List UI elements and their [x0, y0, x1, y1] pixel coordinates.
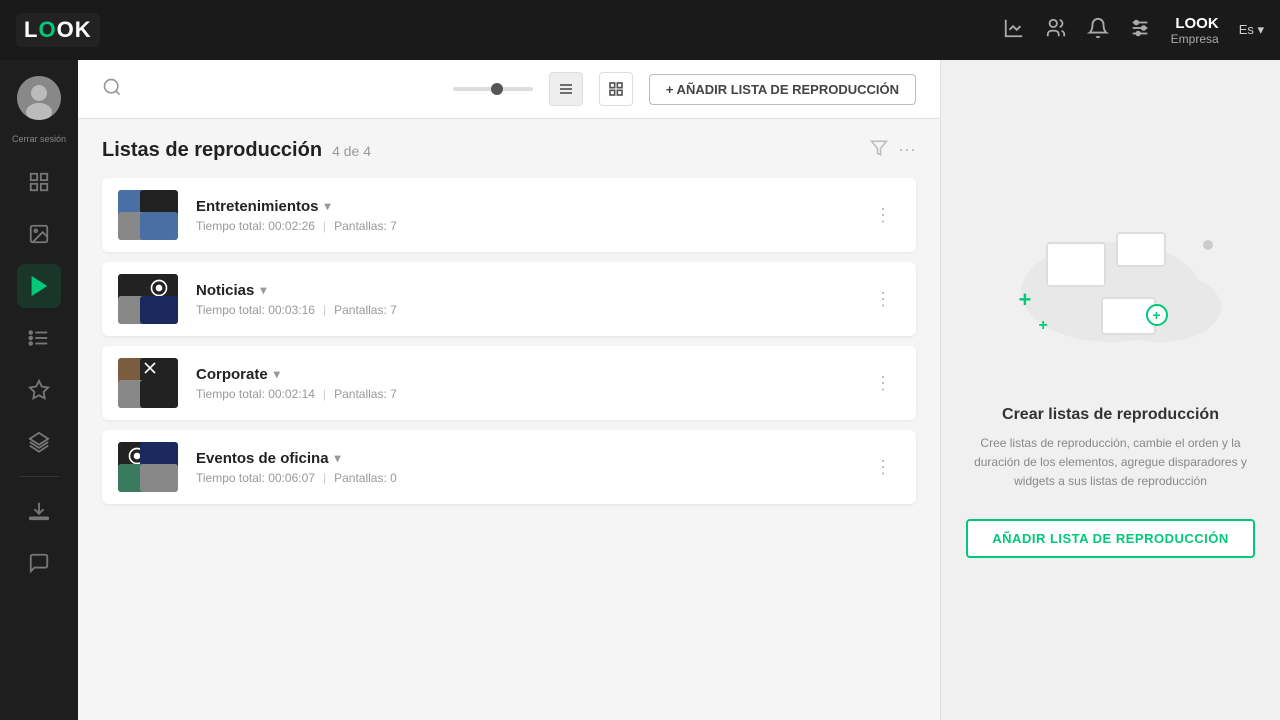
plus-icon-1: + [1019, 287, 1032, 313]
sliders-icon[interactable] [1129, 17, 1151, 44]
sidebar-item-files[interactable] [17, 160, 61, 204]
playlist-info: Corporate ▾ Tiempo total: 00:02:14 | Pan… [196, 366, 866, 401]
thumb-4 [140, 464, 178, 492]
playlist-thumbnails [118, 274, 182, 324]
right-panel-description: Cree listas de reproducción, cambie el o… [971, 434, 1250, 492]
thumb-4 [140, 380, 178, 408]
playlist-name: Noticias ▾ [196, 282, 866, 299]
avatar[interactable] [17, 76, 61, 120]
toolbar: + AÑADIR LISTA DE REPRODUCCIÓN [78, 60, 940, 119]
chevron-down-icon: ▾ [335, 451, 341, 465]
playlist-item[interactable]: Eventos de oficina ▾ Tiempo total: 00:06… [102, 430, 916, 504]
playlist-item[interactable]: Corporate ▾ Tiempo total: 00:02:14 | Pan… [102, 346, 916, 420]
company-label: Empresa [1171, 32, 1219, 46]
sidebar-item-favorites[interactable] [17, 368, 61, 412]
playlist-name: Entretenimientos ▾ [196, 198, 866, 215]
language-selector[interactable]: Es ▾ [1239, 22, 1264, 38]
illustration-screen-1 [1046, 242, 1106, 287]
playlist-info: Eventos de oficina ▾ Tiempo total: 00:06… [196, 450, 866, 485]
right-panel-title: Crear listas de reproducción [1002, 406, 1219, 424]
sidebar-item-image[interactable] [17, 212, 61, 256]
users-icon[interactable] [1045, 17, 1067, 44]
thumb-4 [140, 296, 178, 324]
logo: LOOK [16, 13, 100, 47]
chart-icon[interactable] [1003, 17, 1025, 44]
playlist-name: Eventos de oficina ▾ [196, 450, 866, 467]
slider-thumb [491, 83, 503, 95]
right-panel-add-button[interactable]: AÑADIR LISTA DE REPRODUCCIÓN [966, 519, 1254, 558]
playlist-item[interactable]: Entretenimientos ▾ Tiempo total: 00:02:2… [102, 178, 916, 252]
playlist-more-icon[interactable]: ⋮ [866, 369, 900, 398]
list-view-button[interactable] [549, 72, 583, 106]
playlist-thumbnails [118, 190, 182, 240]
sidebar-item-playlist[interactable] [17, 264, 61, 308]
playlist-name: Corporate ▾ [196, 366, 866, 383]
main: + AÑADIR LISTA DE REPRODUCCIÓN Listas de… [78, 60, 1280, 720]
sidebar-item-layers[interactable] [17, 420, 61, 464]
section-title: Listas de reproducción [102, 139, 322, 162]
playlist-meta: Tiempo total: 00:03:16 | Pantallas: 7 [196, 303, 866, 317]
bell-icon[interactable] [1087, 17, 1109, 44]
logo-area: LOOK [16, 13, 100, 47]
add-playlist-button[interactable]: + AÑADIR LISTA DE REPRODUCCIÓN [649, 74, 916, 105]
navbar: LOOK LOOK [0, 0, 1280, 60]
decoration-dot [1203, 240, 1213, 250]
logo-o: O [38, 17, 56, 42]
user-info: LOOK Empresa [1171, 15, 1219, 46]
sidebar-divider [19, 476, 59, 477]
logout-label[interactable]: Cerrar sesión [12, 134, 66, 144]
thumb-4 [140, 212, 178, 240]
chevron-down-icon: ▾ [260, 283, 266, 297]
playlist-meta: Tiempo total: 00:02:14 | Pantallas: 7 [196, 387, 866, 401]
section-more-icon[interactable]: ⋯ [898, 140, 916, 161]
playlist-thumbnails [118, 442, 182, 492]
playlist-more-icon[interactable]: ⋮ [866, 201, 900, 230]
navbar-right: LOOK Empresa Es ▾ [1003, 15, 1264, 46]
section-header: Listas de reproducción 4 de 4 ⋯ [102, 139, 916, 162]
playlist-meta: Tiempo total: 00:06:07 | Pantallas: 0 [196, 471, 866, 485]
illustration-screen-2 [1116, 232, 1166, 267]
plus-icon-2: + [1039, 317, 1048, 335]
sidebar: Cerrar sesión [0, 60, 78, 720]
illustration: + + + [1001, 222, 1221, 382]
playlist-meta: Tiempo total: 00:02:26 | Pantallas: 7 [196, 219, 866, 233]
playlist-info: Noticias ▾ Tiempo total: 00:03:16 | Pant… [196, 282, 866, 317]
filter-icon[interactable] [870, 139, 888, 162]
sidebar-item-download[interactable] [17, 489, 61, 533]
content-panel: + AÑADIR LISTA DE REPRODUCCIÓN Listas de… [78, 60, 940, 720]
right-panel: + + + Crear listas de reproducción Cree … [940, 60, 1280, 720]
sidebar-item-chat[interactable] [17, 541, 61, 585]
sidebar-item-list[interactable] [17, 316, 61, 360]
search-icon[interactable] [102, 77, 122, 102]
playlist-info: Entretenimientos ▾ Tiempo total: 00:02:2… [196, 198, 866, 233]
chevron-down-icon: ▾ [325, 199, 331, 213]
zoom-slider[interactable] [453, 87, 533, 91]
playlist-item[interactable]: Noticias ▾ Tiempo total: 00:03:16 | Pant… [102, 262, 916, 336]
slider-track [453, 87, 533, 91]
playlist-thumbnails [118, 358, 182, 408]
company-name: LOOK [1175, 15, 1218, 32]
chevron-down-icon: ▾ [274, 367, 280, 381]
section-count: 4 de 4 [332, 143, 371, 159]
circle-plus-icon: + [1146, 304, 1168, 326]
playlist-more-icon[interactable]: ⋮ [866, 285, 900, 314]
playlist-more-icon[interactable]: ⋮ [866, 453, 900, 482]
content-body: Listas de reproducción 4 de 4 ⋯ [78, 119, 940, 534]
grid-view-button[interactable] [599, 72, 633, 106]
